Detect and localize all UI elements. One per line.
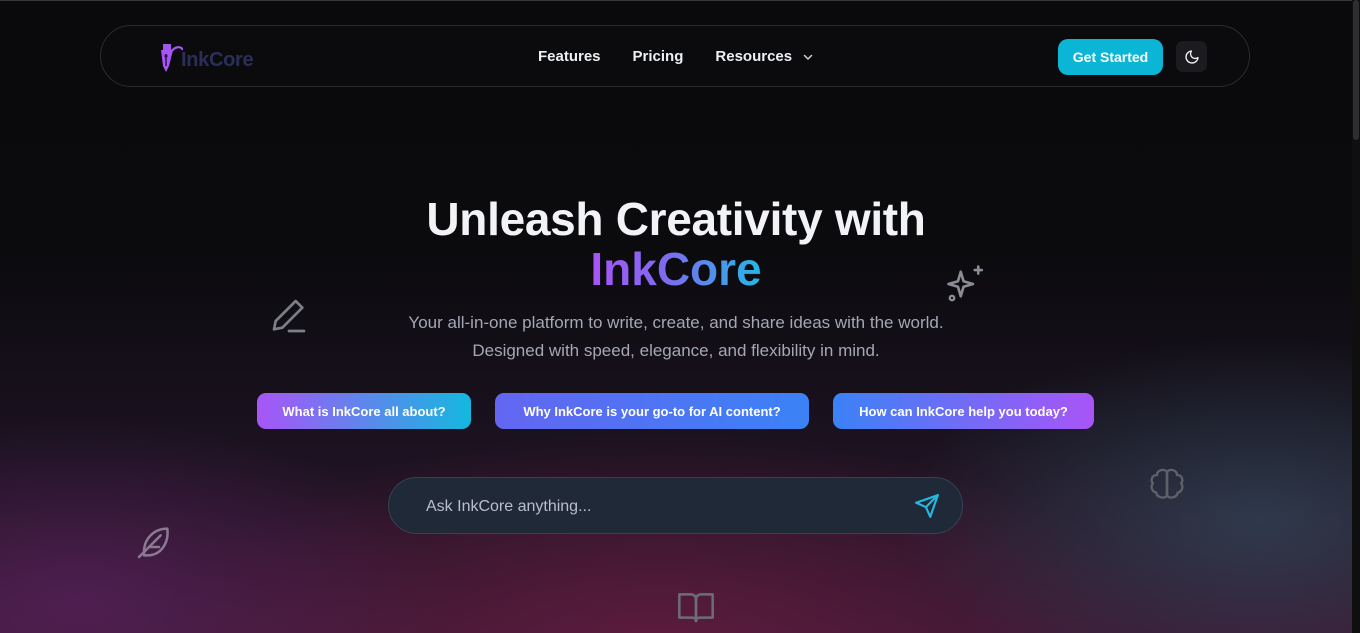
nav-features-link[interactable]: Features (538, 48, 601, 65)
theme-toggle-button[interactable] (1176, 41, 1207, 72)
send-icon[interactable] (914, 493, 940, 519)
pen-icon (272, 299, 306, 333)
get-started-button[interactable]: Get Started (1058, 39, 1163, 75)
chevron-down-icon (804, 54, 813, 60)
window-top-border (0, 0, 1352, 1)
ask-box (388, 477, 963, 535)
nav-resources-dropdown[interactable]: Resources (715, 48, 814, 65)
moon-icon (1184, 49, 1199, 64)
scrollbar-thumb[interactable] (1353, 0, 1359, 140)
hero-subtitle-line2: Designed with speed, elegance, and flexi… (472, 341, 880, 360)
hero-subtitle-line1: Your all-in-one platform to write, creat… (408, 313, 944, 332)
sparkles-icon (947, 265, 984, 302)
logo[interactable]: InkCore (157, 36, 254, 76)
suggestion-chip-about[interactable]: What is InkCore all about? (257, 393, 471, 429)
hero-title-brand-line: InkCore (0, 244, 1352, 294)
suggestion-chip-ai-content[interactable]: Why InkCore is your go-to for AI content… (495, 393, 809, 429)
nav-links: Features Pricing Resources (538, 48, 814, 65)
ask-input[interactable] (424, 478, 898, 535)
hero-subtitle: Your all-in-one platform to write, creat… (0, 309, 1352, 365)
nav-pricing-link[interactable]: Pricing (633, 48, 684, 65)
nav-resources-label: Resources (715, 48, 793, 65)
logo-pen-icon (161, 44, 183, 72)
feather-icon (137, 527, 169, 559)
brain-icon (1150, 468, 1184, 499)
logo-text: InkCore (181, 49, 254, 71)
hero-title: Unleash Creativity with (426, 193, 926, 245)
navbar: InkCore Features Pricing Resources Get S… (100, 25, 1250, 87)
hero-brand-name: InkCore (590, 243, 762, 295)
suggestion-chip-help[interactable]: How can InkCore help you today? (833, 393, 1094, 429)
book-icon (678, 593, 714, 623)
page-scrollbar[interactable] (1352, 0, 1360, 633)
